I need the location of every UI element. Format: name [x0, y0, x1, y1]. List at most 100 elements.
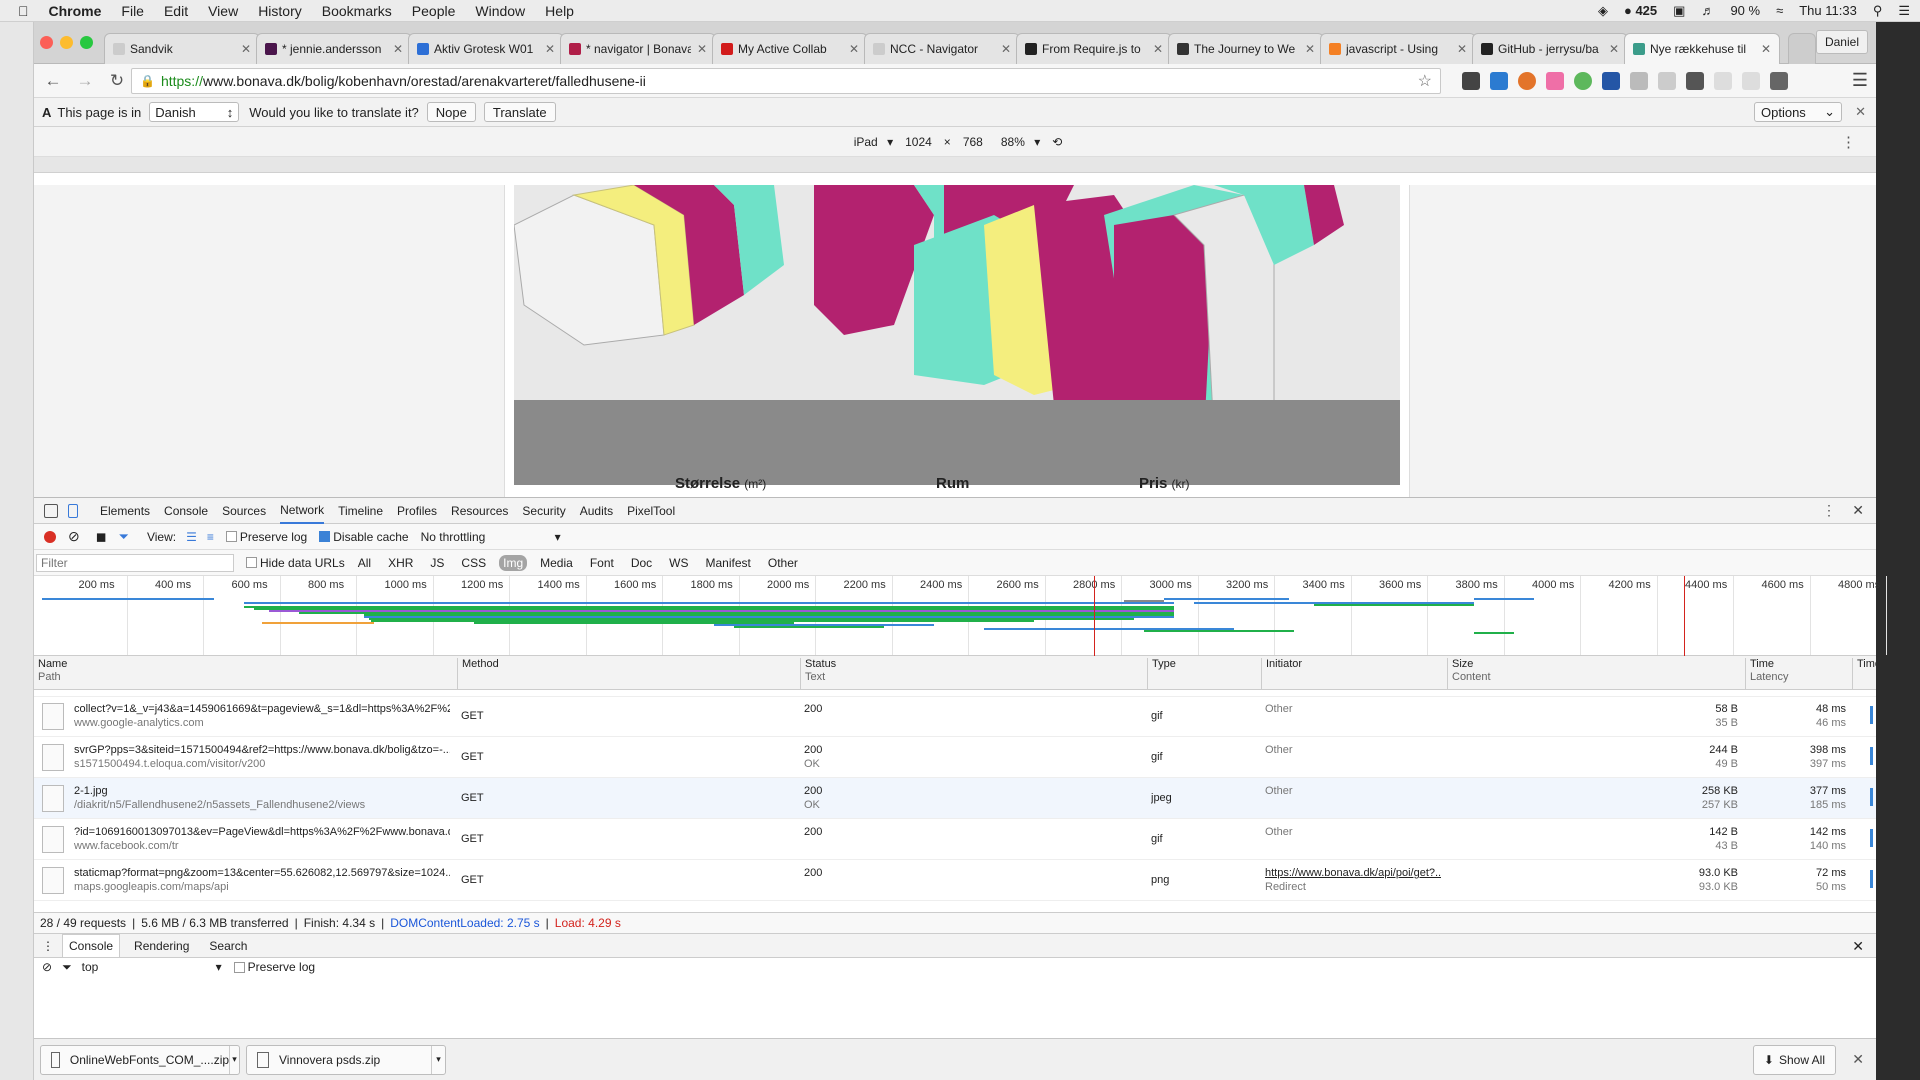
hero-building-image[interactable] [514, 185, 1400, 485]
download-item[interactable]: OnlineWebFonts_COM_....zip ▾ [40, 1044, 240, 1075]
capture-screenshots-icon[interactable]: ◼ [96, 529, 107, 545]
request-initiator[interactable]: Other [1265, 703, 1293, 715]
spotlight-icon[interactable]: ⚲ [1873, 3, 1883, 19]
volume-icon[interactable]: ♬ [1701, 3, 1714, 18]
preserve-log-checkbox[interactable] [225, 531, 237, 542]
menu-file[interactable]: File [121, 3, 144, 19]
menu-bookmarks[interactable]: Bookmarks [322, 3, 392, 19]
extension-icon[interactable] [1546, 72, 1564, 90]
browser-tab[interactable]: NCC - Navigator ✕ [864, 33, 1020, 64]
filter-icon[interactable]: ⏷ [119, 529, 129, 545]
devtools-tab-sources[interactable]: Sources [222, 498, 266, 524]
record-button[interactable] [44, 530, 56, 543]
browser-tab[interactable]: * navigator | Bonava ✕ [560, 33, 716, 64]
column-size[interactable]: Size Content [1447, 658, 1491, 690]
more-options-icon[interactable]: ⋮ [1841, 133, 1856, 151]
color-picker-icon[interactable] [1518, 72, 1536, 90]
filter-type-manifest[interactable]: Manifest [702, 555, 755, 571]
clock[interactable]: Thu 11:33 [1799, 3, 1857, 18]
notification-center-icon[interactable]: ☰ [1898, 3, 1910, 19]
close-tab-icon[interactable]: ✕ [1761, 42, 1771, 56]
chevron-down-icon[interactable]: ▾ [229, 1045, 239, 1074]
close-icon[interactable]: ✕ [1855, 104, 1866, 120]
browser-tab[interactable]: From Require.js to ✕ [1016, 33, 1172, 64]
filter-type-font[interactable]: Font [586, 555, 618, 571]
filter-type-img[interactable]: Img [499, 554, 528, 571]
close-tab-icon[interactable]: ✕ [1609, 42, 1619, 56]
battery-status[interactable]: 90 % [1730, 3, 1760, 18]
devtools-tab-network[interactable]: Network [280, 498, 325, 524]
devtools-tab-console[interactable]: Console [164, 498, 208, 524]
device-width[interactable]: 1024 [905, 135, 932, 149]
dropbox-icon[interactable]: ◈ [1598, 3, 1608, 19]
options-select[interactable]: Options ⌄ [1754, 102, 1842, 122]
close-tab-icon[interactable]: ✕ [1457, 42, 1467, 56]
extension-icon[interactable] [1686, 72, 1704, 90]
menu-history[interactable]: History [258, 3, 302, 19]
pocket-icon[interactable] [1462, 72, 1480, 90]
address-bar[interactable]: 🔒 https:// www.bonava.dk/bolig/kobenhavn… [131, 68, 1441, 94]
request-row[interactable]: ?id=1069160013097013&ev=PageView&dl=http… [34, 819, 1876, 860]
menu-view[interactable]: View [208, 3, 238, 19]
request-row[interactable]: collect?v=1&_v=j43&a=1459061669&t=pagevi… [34, 696, 1876, 737]
close-tab-icon[interactable]: ✕ [545, 42, 555, 56]
request-row[interactable]: svrGP?pps=3&siteid=1571500494&ref2=https… [34, 737, 1876, 778]
browser-tab[interactable]: javascript - Using ✕ [1320, 33, 1476, 64]
filter-input[interactable] [36, 553, 234, 572]
translate-button[interactable]: Translate [483, 102, 556, 122]
column-name[interactable]: Name Path [34, 658, 67, 690]
extension-icon[interactable] [1742, 72, 1760, 90]
filter-type-doc[interactable]: Doc [627, 555, 656, 571]
profile-button[interactable]: Daniel [1815, 30, 1868, 54]
request-row[interactable]: staticmap?format=png&zoom=13&center=55.6… [34, 860, 1876, 901]
menu-edit[interactable]: Edit [164, 3, 188, 19]
extension-icon[interactable] [1714, 72, 1732, 90]
close-tab-icon[interactable]: ✕ [393, 42, 403, 56]
column-type[interactable]: Type [1147, 658, 1176, 690]
hide-data-urls-checkbox[interactable] [246, 557, 257, 568]
forward-button[interactable]: → [72, 71, 98, 91]
clear-console-icon[interactable]: ⊘ [42, 960, 52, 974]
request-initiator[interactable]: Other [1265, 826, 1293, 838]
filter-type-all[interactable]: All [354, 555, 375, 571]
extension-icon[interactable] [1574, 72, 1592, 90]
menu-help[interactable]: Help [545, 3, 574, 19]
more-options-icon[interactable]: ⋮ [1822, 502, 1836, 519]
devtools-tab-elements[interactable]: Elements [100, 498, 150, 524]
console-preserve-log-checkbox[interactable] [233, 961, 245, 973]
close-tab-icon[interactable]: ✕ [697, 42, 707, 56]
overview-icon[interactable]: ≡ [207, 530, 214, 544]
notification-badge[interactable]: ● 425 [1624, 3, 1657, 18]
close-tab-icon[interactable]: ✕ [1153, 42, 1163, 56]
menu-people[interactable]: People [412, 3, 456, 19]
filter-type-other[interactable]: Other [764, 555, 802, 571]
analytics-icon[interactable] [1602, 72, 1620, 90]
chrome-menu-icon[interactable]: ☰ [1852, 70, 1868, 91]
drawer-tab-rendering[interactable]: Rendering [128, 935, 195, 957]
chevron-down-icon[interactable]: ▾ [431, 1045, 445, 1074]
close-tab-icon[interactable]: ✕ [1001, 42, 1011, 56]
browser-tab[interactable]: GitHub - jerrysu/ba ✕ [1472, 33, 1628, 64]
display-icon[interactable]: ▣ [1673, 3, 1685, 19]
filter-type-js[interactable]: JS [426, 555, 448, 571]
devtools-tab-timeline[interactable]: Timeline [338, 498, 383, 524]
nope-button[interactable]: Nope [426, 102, 476, 122]
filter-type-css[interactable]: CSS [457, 555, 490, 571]
close-window-button[interactable] [40, 36, 53, 49]
new-tab-button[interactable] [1788, 33, 1816, 64]
request-initiator[interactable]: Other [1265, 785, 1293, 797]
language-select[interactable]: Danish ↕ [149, 102, 240, 122]
show-all-downloads-button[interactable]: ⬇ Show All [1752, 1045, 1836, 1075]
devtools-tab-audits[interactable]: Audits [580, 498, 613, 524]
extension-icon[interactable] [1658, 72, 1676, 90]
close-tab-icon[interactable]: ✕ [1305, 42, 1315, 56]
extension-icon[interactable] [1490, 72, 1508, 90]
disable-cache-checkbox[interactable] [319, 531, 331, 542]
large-rows-icon[interactable]: ☰ [186, 530, 197, 544]
extension-icon[interactable] [1630, 72, 1648, 90]
zoom-window-button[interactable] [80, 36, 93, 49]
menu-app-name[interactable]: Chrome [49, 3, 102, 19]
bookmark-star-icon[interactable]: ☆ [1418, 71, 1432, 91]
drawer-menu-icon[interactable]: ⋮ [42, 939, 54, 953]
devtools-tab-pixeltool[interactable]: PixelTool [627, 498, 675, 524]
